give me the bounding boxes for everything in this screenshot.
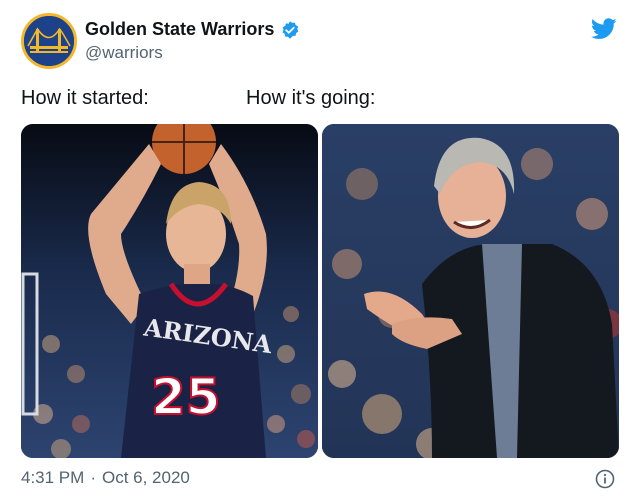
tweet-time: 4:31 PM (21, 468, 85, 487)
timestamp-separator: · (90, 468, 96, 487)
coach-photo (322, 124, 619, 458)
twitter-bird-icon[interactable] (591, 18, 617, 40)
display-name[interactable]: Golden State Warriors (85, 19, 274, 40)
caption-how-its-going: How it's going: (246, 87, 376, 109)
player-photo: ARIZONA 25 (21, 124, 318, 458)
tweet-date: Oct 6, 2020 (101, 468, 190, 487)
author-name-row: Golden State Warriors (85, 19, 300, 40)
caption-how-it-started: How it started: (21, 87, 149, 109)
tweet-timestamp[interactable]: 4:31 PM · Oct 6, 2020 (21, 468, 190, 488)
avatar[interactable] (21, 13, 77, 69)
warriors-bridge-logo (24, 16, 74, 66)
photo-how-its-going[interactable] (322, 124, 619, 458)
author-handle[interactable]: @warriors (85, 43, 163, 63)
photo-how-it-started[interactable]: ARIZONA 25 (21, 124, 318, 458)
info-icon[interactable] (595, 469, 615, 489)
verified-badge-icon (282, 20, 299, 39)
jersey-number: 25 (151, 368, 221, 426)
